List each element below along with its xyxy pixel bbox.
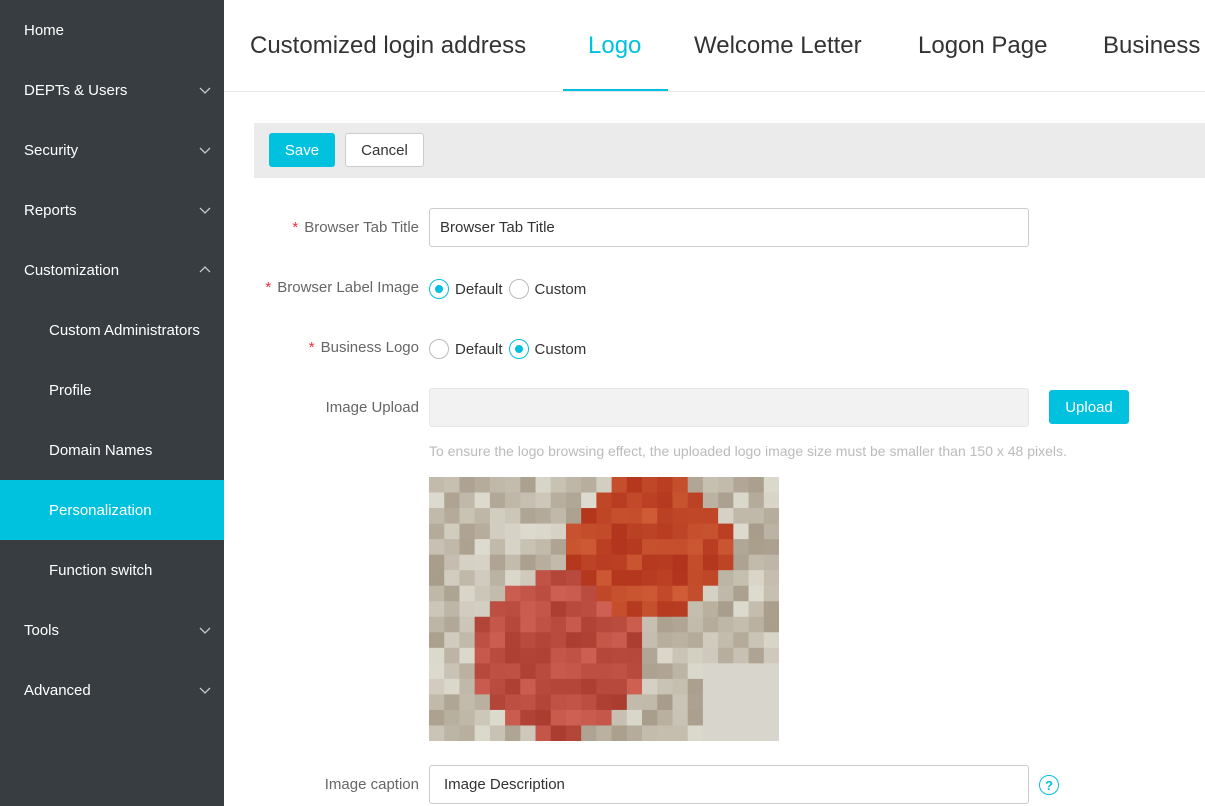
sidebar-item-security[interactable]: Security xyxy=(0,120,224,180)
business-logo-label: * Business Logo xyxy=(308,339,419,356)
chevron-down-icon xyxy=(198,83,212,97)
radio-label: Default xyxy=(455,340,503,358)
image-upload-label: Image Upload xyxy=(325,399,419,416)
sidebar-item-label: Advanced xyxy=(24,681,91,699)
sidebar-item-customization[interactable]: Customization xyxy=(0,240,224,300)
sidebar-item-function-switch[interactable]: Function switch xyxy=(0,540,224,600)
chevron-down-icon xyxy=(198,203,212,217)
upload-hint: To ensure the logo browsing effect, the … xyxy=(429,443,1067,459)
sidebar-item-label: Personalization xyxy=(49,501,152,519)
browser-label-image-label: * Browser Label Image xyxy=(265,279,419,296)
sidebar-item-personalization[interactable]: Personalization xyxy=(0,480,224,540)
sidebar-item-advanced[interactable]: Advanced xyxy=(0,660,224,720)
sidebar-item-depts-users[interactable]: DEPTs & Users xyxy=(0,60,224,120)
logo-preview-image xyxy=(429,477,779,741)
upload-button[interactable]: Upload xyxy=(1049,390,1129,424)
sidebar-item-label: Tools xyxy=(24,621,60,639)
chevron-up-icon xyxy=(198,263,212,277)
required-mark: * xyxy=(308,339,315,356)
sidebar-item-home[interactable]: Home xyxy=(0,0,224,60)
cancel-button[interactable]: Cancel xyxy=(345,133,424,167)
tab-bar: Customized login address Logo Welcome Le… xyxy=(224,0,1205,92)
business-logo-radio-group: Default Custom xyxy=(429,339,592,359)
radio-label: Custom xyxy=(534,340,587,358)
sidebar-item-tools[interactable]: Tools xyxy=(0,600,224,660)
sidebar-item-label: Custom Administrators xyxy=(49,321,200,339)
sidebar-item-custom-administrators[interactable]: Custom Administrators xyxy=(0,300,224,360)
chevron-down-icon xyxy=(198,623,212,637)
tab-welcome-letter[interactable]: Welcome Letter xyxy=(694,0,862,91)
browser-label-image-custom-radio[interactable] xyxy=(508,279,529,299)
sidebar-item-label: DEPTs & Users xyxy=(24,81,128,99)
image-caption-input[interactable]: Image Description xyxy=(429,765,1029,804)
sidebar-item-label: Security xyxy=(24,141,79,159)
radio-label: Default xyxy=(455,280,503,298)
sidebar-item-profile[interactable]: Profile xyxy=(0,360,224,420)
active-tab-indicator xyxy=(563,89,668,91)
sidebar: Home DEPTs & Users Security Reports Cust… xyxy=(0,0,224,806)
business-logo-custom-radio[interactable] xyxy=(508,339,529,359)
chevron-down-icon xyxy=(198,683,212,697)
sidebar-item-label: Home xyxy=(24,21,65,39)
action-toolbar: Save Cancel xyxy=(254,123,1205,178)
chevron-down-icon xyxy=(198,143,212,157)
tab-business[interactable]: Business xyxy=(1103,0,1200,91)
sidebar-item-label: Customization xyxy=(24,261,120,279)
sidebar-item-domain-names[interactable]: Domain Names xyxy=(0,420,224,480)
tab-logon-page[interactable]: Logon Page xyxy=(918,0,1047,91)
browser-label-image-default-radio[interactable] xyxy=(429,279,449,299)
browser-label-image-radio-group: Default Custom xyxy=(429,279,592,299)
sidebar-item-label: Profile xyxy=(49,381,92,399)
required-mark: * xyxy=(265,279,272,296)
tab-customized-login-address[interactable]: Customized login address xyxy=(250,0,526,91)
sidebar-item-label: Reports xyxy=(24,201,77,219)
tab-logo[interactable]: Logo xyxy=(588,0,641,91)
browser-tab-title-input[interactable]: Browser Tab Title xyxy=(429,208,1029,247)
business-logo-default-radio[interactable] xyxy=(429,339,449,359)
sidebar-item-reports[interactable]: Reports xyxy=(0,180,224,240)
radio-label: Custom xyxy=(534,280,587,298)
image-upload-field[interactable] xyxy=(429,388,1029,427)
image-caption-label: Image caption xyxy=(324,776,419,793)
sidebar-item-label: Function switch xyxy=(49,561,153,579)
save-button[interactable]: Save xyxy=(269,133,335,167)
browser-tab-title-label: * Browser Tab Title xyxy=(292,219,419,236)
sidebar-item-label: Domain Names xyxy=(49,441,153,459)
help-icon[interactable]: ? xyxy=(1039,775,1059,795)
required-mark: * xyxy=(292,219,299,236)
